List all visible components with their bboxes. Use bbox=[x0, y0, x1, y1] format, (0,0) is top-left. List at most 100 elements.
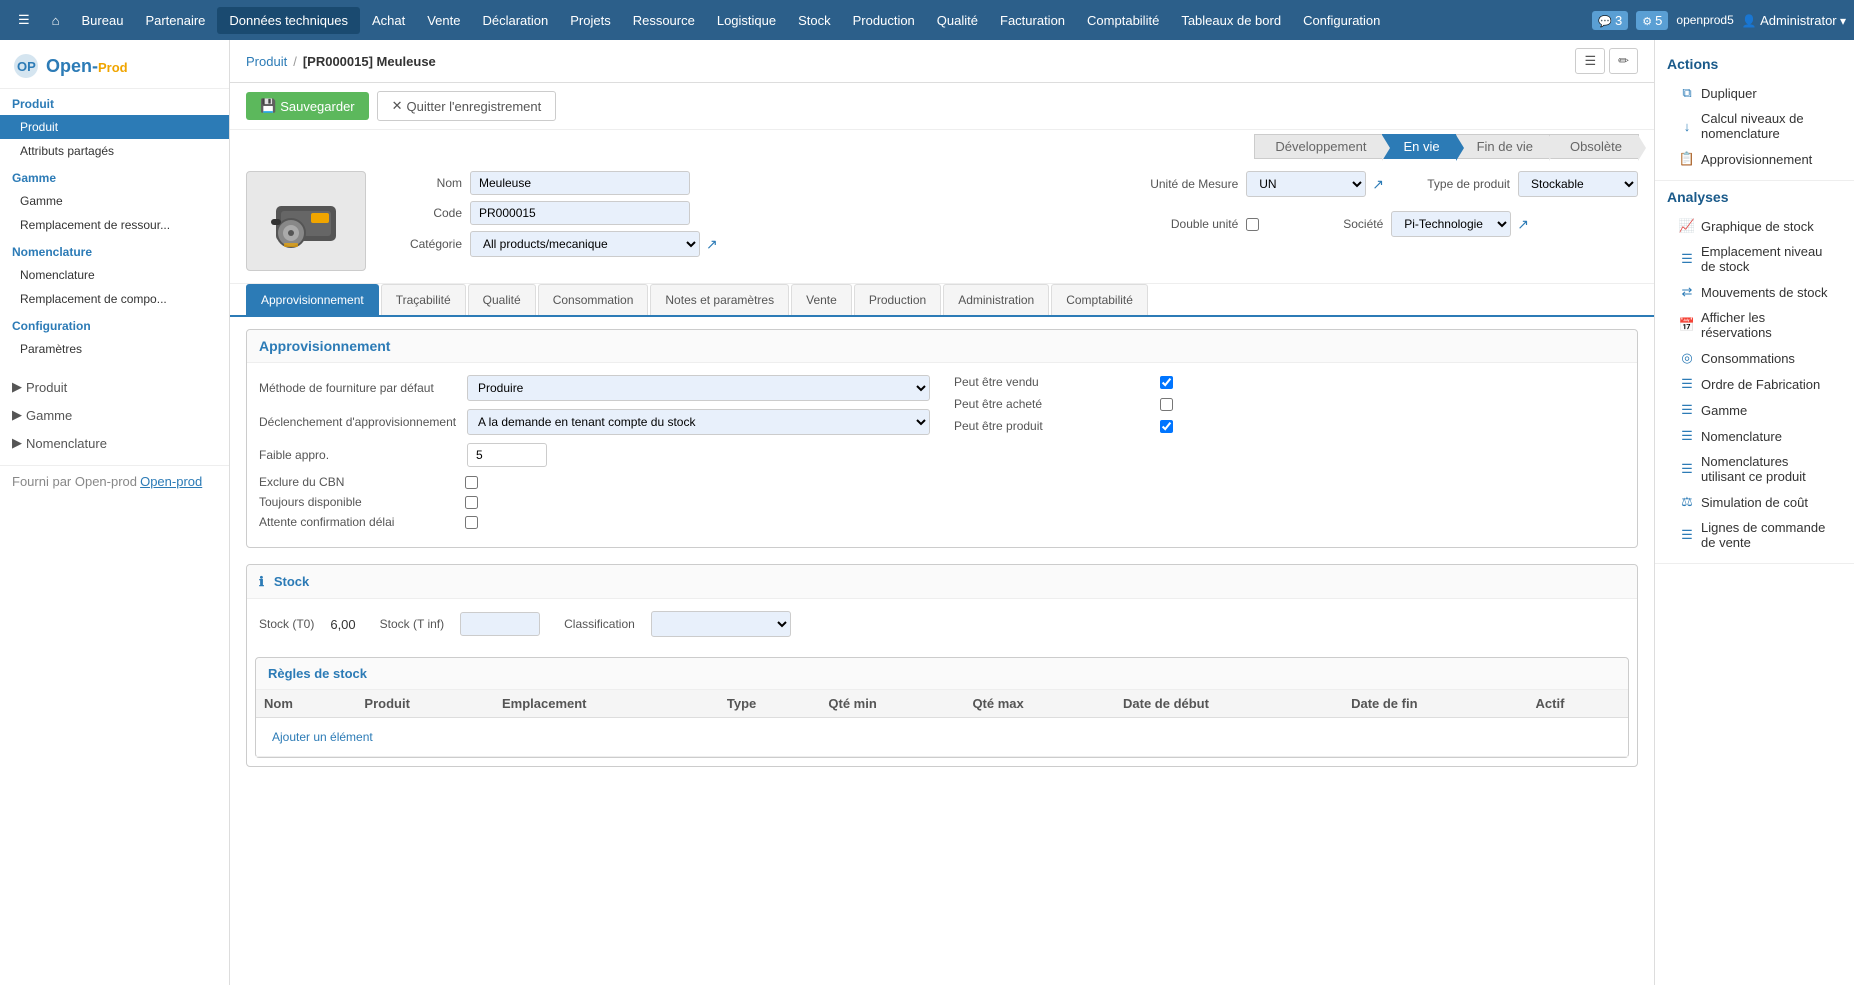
toujours-dispo-checkbox[interactable] bbox=[465, 496, 478, 509]
nav-donnees-techniques[interactable]: Données techniques bbox=[217, 7, 360, 34]
analyse-consommations[interactable]: ◎ Consommations bbox=[1667, 345, 1842, 371]
nav-projets[interactable]: Projets bbox=[560, 7, 620, 34]
sidebar-expand-produit[interactable]: ▶ Produit bbox=[0, 373, 229, 401]
analyse-gamme[interactable]: ☰ Gamme bbox=[1667, 397, 1842, 423]
tab-comptabilite[interactable]: Comptabilité bbox=[1051, 284, 1148, 315]
action-approvisionnement[interactable]: 📋 Approvisionnement bbox=[1667, 146, 1842, 172]
menu-icon[interactable]: ☰ bbox=[8, 6, 40, 34]
nav-stock[interactable]: Stock bbox=[788, 7, 841, 34]
gear-badge[interactable]: ⚙ 5 bbox=[1636, 11, 1668, 30]
nav-tableaux[interactable]: Tableaux de bord bbox=[1171, 7, 1291, 34]
nav-ressource[interactable]: Ressource bbox=[623, 7, 705, 34]
peut-achete-label: Peut être acheté bbox=[954, 397, 1154, 411]
categorie-select-wrapper: All products/mecanique ↗ bbox=[470, 231, 720, 257]
code-input[interactable] bbox=[470, 201, 690, 225]
analyse-graphique[interactable]: 📈 Graphique de stock bbox=[1667, 213, 1842, 239]
footer-link[interactable]: Open-prod bbox=[140, 474, 202, 489]
pipeline-step-fin-de-vie[interactable]: Fin de vie bbox=[1456, 134, 1550, 159]
sidebar-item-nomenclature[interactable]: Nomenclature bbox=[0, 263, 229, 287]
unite-select[interactable]: UN bbox=[1246, 171, 1366, 197]
type-produit-select[interactable]: Stockable bbox=[1518, 171, 1638, 197]
classification-select[interactable] bbox=[651, 611, 791, 637]
sidebar-item-remplacement-ressource[interactable]: Remplacement de ressour... bbox=[0, 213, 229, 237]
faible-appro-field: Faible appro. bbox=[259, 443, 930, 467]
nav-achat[interactable]: Achat bbox=[362, 7, 415, 34]
analyse-emplacement[interactable]: ☰ Emplacement niveau de stock bbox=[1667, 239, 1842, 279]
breadcrumb: Produit / [PR000015] Meuleuse bbox=[246, 54, 436, 69]
tab-consommation[interactable]: Consommation bbox=[538, 284, 649, 315]
analyse-lignes-commande[interactable]: ☰ Lignes de commande de vente bbox=[1667, 515, 1842, 555]
sidebar-item-parametres[interactable]: Paramètres bbox=[0, 337, 229, 361]
unite-external-link[interactable]: ↗ bbox=[1370, 176, 1386, 193]
nav-production[interactable]: Production bbox=[843, 7, 925, 34]
nav-configuration[interactable]: Configuration bbox=[1293, 7, 1390, 34]
action-calcul-niveaux[interactable]: ↓ Calcul niveaux de nomenclature bbox=[1667, 106, 1842, 146]
societe-external-link[interactable]: ↗ bbox=[1515, 216, 1531, 233]
tab-tracabilite[interactable]: Traçabilité bbox=[381, 284, 466, 315]
methode-field: Méthode de fourniture par défaut Produir… bbox=[259, 375, 930, 401]
tab-notes[interactable]: Notes et paramètres bbox=[650, 284, 789, 315]
nav-declaration[interactable]: Déclaration bbox=[472, 7, 558, 34]
faible-appro-input[interactable] bbox=[467, 443, 547, 467]
col-emplacement: Emplacement bbox=[494, 690, 719, 718]
product-image[interactable] bbox=[246, 171, 366, 271]
pipeline-step-developpement[interactable]: Développement bbox=[1254, 134, 1383, 159]
tab-administration[interactable]: Administration bbox=[943, 284, 1049, 315]
categorie-select[interactable]: All products/mecanique bbox=[470, 231, 700, 257]
chevron-right-icon-3: ▶ bbox=[12, 435, 22, 451]
peut-vendu-checkbox[interactable] bbox=[1160, 376, 1173, 389]
pipeline-step-envie[interactable]: En vie bbox=[1382, 134, 1456, 159]
double-unite-label: Double unité bbox=[1118, 217, 1238, 231]
discard-button[interactable]: ✕ Quitter l'enregistrement bbox=[377, 91, 557, 121]
analyse-ordre-fabrication[interactable]: ☰ Ordre de Fabrication bbox=[1667, 371, 1842, 397]
double-unite-checkbox[interactable] bbox=[1246, 218, 1259, 231]
sidebar-item-produit[interactable]: Produit bbox=[0, 115, 229, 139]
nav-bureau[interactable]: Bureau bbox=[72, 7, 134, 34]
analyse-simulation-cout[interactable]: ⚖ Simulation de coût bbox=[1667, 489, 1842, 515]
societe-select[interactable]: Pi-Technologie bbox=[1391, 211, 1511, 237]
categorie-external-link[interactable]: ↗ bbox=[704, 236, 720, 253]
stock-tinf-input[interactable] bbox=[460, 612, 540, 636]
pipeline-step-obsolete[interactable]: Obsolète bbox=[1549, 134, 1639, 159]
right-panel: Actions ⧉ Dupliquer ↓ Calcul niveaux de … bbox=[1654, 40, 1854, 985]
sidebar-item-attributs[interactable]: Attributs partagés bbox=[0, 139, 229, 163]
username[interactable]: openprod5 bbox=[1676, 13, 1733, 27]
methode-select[interactable]: Produire bbox=[467, 375, 930, 401]
tab-approvisionnement[interactable]: Approvisionnement bbox=[246, 284, 379, 315]
breadcrumb-parent[interactable]: Produit bbox=[246, 54, 287, 69]
message-badge[interactable]: 💬 3 bbox=[1592, 11, 1628, 30]
sidebar-logo-text: Open-Prod bbox=[46, 56, 128, 77]
sidebar-item-remplacement-compo[interactable]: Remplacement de compo... bbox=[0, 287, 229, 311]
sidebar-expand-gamme[interactable]: ▶ Gamme bbox=[0, 401, 229, 429]
nav-facturation[interactable]: Facturation bbox=[990, 7, 1075, 34]
tab-vente[interactable]: Vente bbox=[791, 284, 852, 315]
home-icon[interactable]: ⌂ bbox=[42, 7, 70, 34]
product-form: Nom Code Catégorie All products/mecaniqu… bbox=[230, 159, 1654, 284]
analyse-nomenclature[interactable]: ☰ Nomenclature bbox=[1667, 423, 1842, 449]
list-view-button[interactable]: ☰ bbox=[1575, 48, 1605, 74]
sidebar-item-gamme[interactable]: Gamme bbox=[0, 189, 229, 213]
analyse-mouvements[interactable]: ⇄ Mouvements de stock bbox=[1667, 279, 1842, 305]
sidebar-expand-nomenclature[interactable]: ▶ Nomenclature bbox=[0, 429, 229, 457]
peut-produit-checkbox[interactable] bbox=[1160, 420, 1173, 433]
analyse-reservations[interactable]: 📅 Afficher les réservations bbox=[1667, 305, 1842, 345]
action-dupliquer[interactable]: ⧉ Dupliquer bbox=[1667, 80, 1842, 106]
col-type: Type bbox=[719, 690, 821, 718]
admin-label[interactable]: 👤 Administrator ▾ bbox=[1742, 13, 1846, 28]
declenchement-select[interactable]: A la demande en tenant compte du stock bbox=[467, 409, 930, 435]
save-button[interactable]: 💾 Sauvegarder bbox=[246, 92, 369, 120]
nav-comptabilite[interactable]: Comptabilité bbox=[1077, 7, 1169, 34]
nav-logistique[interactable]: Logistique bbox=[707, 7, 786, 34]
peut-achete-checkbox[interactable] bbox=[1160, 398, 1173, 411]
exclure-cbn-checkbox[interactable] bbox=[465, 476, 478, 489]
nom-input[interactable] bbox=[470, 171, 690, 195]
add-element-link[interactable]: Ajouter un élément bbox=[264, 724, 381, 750]
attente-checkbox[interactable] bbox=[465, 516, 478, 529]
edit-view-button[interactable]: ✏ bbox=[1609, 48, 1638, 74]
nav-qualite[interactable]: Qualité bbox=[927, 7, 988, 34]
analyse-nomenclatures-utilisant[interactable]: ☰ Nomenclatures utilisant ce produit bbox=[1667, 449, 1842, 489]
nav-partenaire[interactable]: Partenaire bbox=[135, 7, 215, 34]
tab-production[interactable]: Production bbox=[854, 284, 941, 315]
tab-qualite[interactable]: Qualité bbox=[468, 284, 536, 315]
nav-vente[interactable]: Vente bbox=[417, 7, 470, 34]
